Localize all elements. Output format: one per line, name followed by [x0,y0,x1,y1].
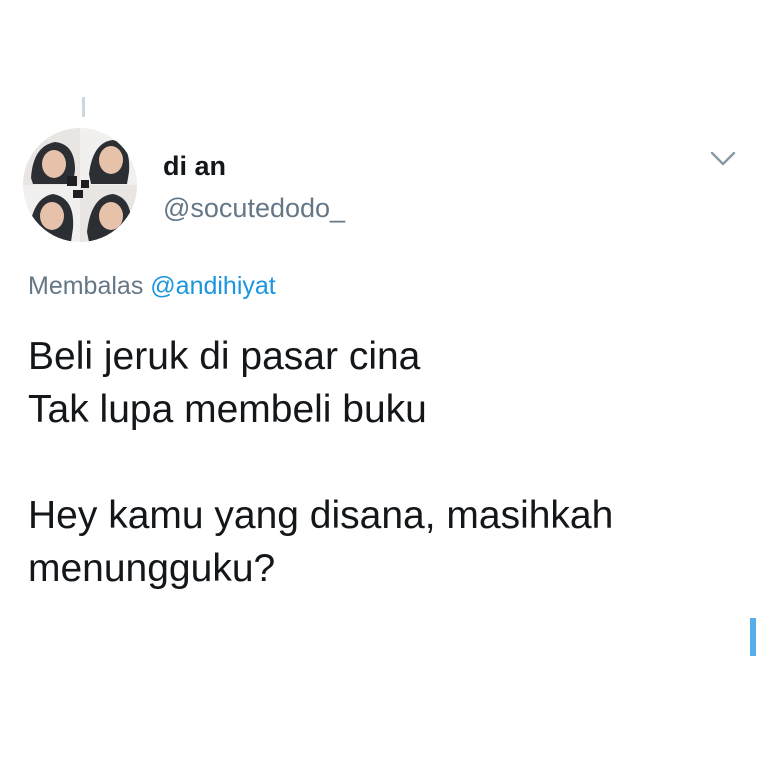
tweet-text: Beli jeruk di pasar cina Tak lupa membel… [28,330,738,595]
tweet-line: Tak lupa membeli buku [28,388,427,431]
reply-prefix: Membalas [28,272,144,300]
reply-context: Membalas @andihiyat [28,270,276,302]
chevron-down-icon[interactable] [706,146,740,172]
scroll-indicator[interactable] [750,618,756,656]
tweet-line: Beli jeruk di pasar cina [28,335,421,378]
tweet-line: Hey kamu yang disana, masihkah [28,494,614,537]
avatar[interactable] [23,128,137,242]
tweet-line-break [28,436,738,489]
reply-mention-link[interactable]: @andihiyat [150,272,275,300]
thread-connector-line [82,97,85,117]
avatar-image [23,128,137,242]
display-name[interactable]: di an [163,150,226,182]
user-handle[interactable]: @socutedodo_ [163,192,345,224]
tweet-line: menungguku? [28,547,276,590]
